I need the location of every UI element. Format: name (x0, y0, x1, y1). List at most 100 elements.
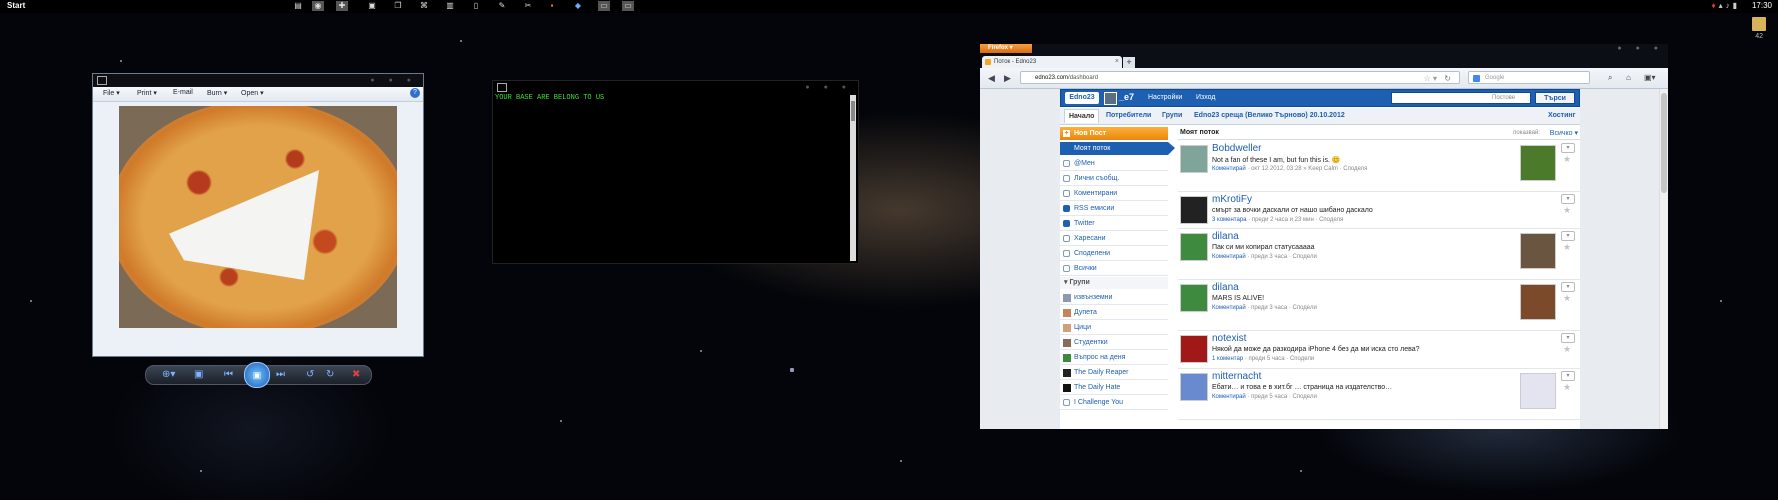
network-icon[interactable]: ⌘ (418, 1, 430, 11)
post-author[interactable]: dilana (1212, 231, 1239, 242)
close-icon[interactable]: × (1115, 56, 1119, 68)
sidebar-item-group[interactable]: The Daily Hate (1060, 381, 1168, 395)
logout-link[interactable]: Изход (1196, 94, 1216, 101)
post-thumbnail[interactable] (1520, 233, 1556, 269)
slideshow-icon[interactable]: ▣ (244, 362, 270, 388)
page-scrollbar[interactable] (1659, 89, 1668, 429)
feed-filter-dropdown[interactable]: Всичко ▾ (1550, 129, 1578, 137)
clock[interactable]: 17:30 (1752, 1, 1772, 10)
star-icon[interactable]: ★ (1563, 242, 1571, 253)
sidebar-item-rss[interactable]: RSS емисии (1060, 202, 1168, 216)
window-controls[interactable]: ● ● ● (370, 77, 417, 84)
reload-icon[interactable]: ↻ (1444, 72, 1451, 85)
burn-menu[interactable]: Burn ▾ (207, 89, 227, 97)
next-icon[interactable]: ⏭ (276, 368, 285, 382)
post-author[interactable]: dilana (1212, 282, 1239, 293)
start-button[interactable]: Start (7, 1, 25, 10)
save-icon[interactable]: ▪ (546, 1, 558, 11)
comment-link[interactable]: Коментирай (1212, 305, 1246, 311)
chevron-down-icon[interactable]: ▾ (1561, 333, 1575, 343)
chevron-down-icon[interactable]: ▾ (1561, 371, 1575, 381)
file-menu[interactable]: File ▾ (103, 89, 120, 97)
menu-icon[interactable]: ▣▾ (1644, 73, 1656, 82)
files-icon[interactable]: ▤ (292, 1, 304, 11)
tab-home[interactable]: Начало (1064, 109, 1100, 123)
sidebar-item-commented[interactable]: Коментирани (1060, 187, 1168, 201)
url-bar[interactable]: edno23.com/dashboard ☆ ▾ ↻ (1020, 71, 1460, 84)
sidebar-item-group[interactable]: Студентки (1060, 336, 1168, 350)
document-icon[interactable]: ▯ (470, 1, 482, 11)
tab-groups[interactable]: Групи (1162, 112, 1182, 119)
sidebar-item-all[interactable]: Всички (1060, 262, 1168, 276)
email-menu[interactable]: E-mail (173, 89, 193, 96)
sidebar-item-mentions[interactable]: @Мен (1060, 157, 1168, 171)
google-icon[interactable] (1473, 75, 1480, 82)
star-icon[interactable]: ★ (1563, 293, 1571, 304)
terminal-scrollbar[interactable] (850, 95, 856, 261)
comment-link[interactable]: 1 коментар (1212, 356, 1243, 362)
sidebar-item-twitter[interactable]: Twitter (1060, 217, 1168, 231)
avatar[interactable] (1180, 284, 1208, 312)
window-icon[interactable]: ▭ (598, 1, 610, 11)
windows-icon[interactable]: ▣ (366, 1, 378, 11)
plug-icon[interactable]: ✚ (336, 1, 348, 11)
sidebar-item-shared[interactable]: Споделени (1060, 247, 1168, 261)
star-icon[interactable]: ★ (1563, 154, 1571, 165)
tools-icon[interactable]: ✂ (522, 1, 534, 11)
video-thumbnail[interactable] (1520, 284, 1556, 320)
window-titlebar[interactable]: Firefox ▾ ● ● ● (980, 44, 1668, 55)
avatar[interactable] (1104, 92, 1117, 105)
chart-icon[interactable]: ▥ (444, 1, 456, 11)
chevron-down-icon[interactable]: ▾ (1561, 282, 1575, 292)
tab-users[interactable]: Потребители (1106, 112, 1151, 119)
window-controls[interactable]: ● ● ● (805, 84, 852, 91)
battery-icon[interactable]: ▮ (1733, 1, 1740, 10)
site-search-input[interactable]: Постове (1391, 92, 1531, 104)
forward-icon[interactable]: ▶ (1004, 73, 1011, 84)
sidebar-item-my-stream[interactable]: Моят поток (1060, 142, 1175, 155)
avatar[interactable] (1180, 373, 1208, 401)
comment-link[interactable]: Коментирай (1212, 166, 1246, 172)
home-icon[interactable]: ⌂ (1626, 73, 1631, 82)
comment-link[interactable]: Коментирай (1212, 254, 1246, 260)
search-button[interactable]: Търси (1535, 92, 1575, 104)
avatar[interactable] (1180, 145, 1208, 173)
rotate-left-icon[interactable]: ↺ (306, 368, 314, 382)
sidebar-item-group[interactable]: Цици (1060, 321, 1168, 335)
window-controls[interactable]: ● ● ● (1617, 45, 1664, 52)
window-titlebar[interactable]: ● ● ● (493, 81, 858, 93)
site-logo[interactable]: Edno23 (1065, 92, 1099, 104)
window-icon[interactable]: ▭ (622, 1, 634, 11)
folder-icon[interactable] (1752, 17, 1766, 31)
print-menu[interactable]: Print ▾ (137, 89, 157, 97)
copy-icon[interactable]: ❐ (392, 1, 404, 11)
sidebar-item-group[interactable]: Въпрос на деня (1060, 351, 1168, 365)
wrench-icon[interactable]: ✎ (496, 1, 508, 11)
system-icon[interactable]: ◉ (312, 1, 324, 11)
star-icon[interactable]: ★ (1563, 382, 1571, 393)
settings-link[interactable]: Настройки (1148, 94, 1182, 101)
chevron-down-icon[interactable]: ▾ (1561, 194, 1575, 204)
scrollbar-thumb[interactable] (1661, 93, 1667, 193)
open-menu[interactable]: Open ▾ (241, 89, 264, 97)
username-link[interactable]: _e7 (1119, 92, 1134, 102)
rotate-right-icon[interactable]: ↻ (326, 368, 334, 382)
star-icon[interactable]: ★ (1563, 205, 1571, 216)
chevron-down-icon[interactable]: ▾ (1561, 231, 1575, 241)
search-input[interactable]: Google (1468, 71, 1590, 84)
scrollbar-thumb[interactable] (851, 101, 855, 121)
zoom-icon[interactable]: ⊕▾ (162, 368, 175, 382)
back-icon[interactable]: ◀ (988, 73, 995, 84)
fit-icon[interactable]: ▣ (194, 368, 203, 382)
system-tray[interactable]: ♦▴♪▮ (1711, 1, 1740, 10)
groups-header[interactable]: ▾ Групи (1060, 277, 1168, 289)
tab-meetup[interactable]: Edno23 среща (Велико Търново) 20.10.2012 (1194, 112, 1345, 119)
sidebar-item-group[interactable]: I Challenge You (1060, 396, 1168, 410)
sidebar-item-group[interactable]: извънземни (1060, 291, 1168, 305)
avatar[interactable] (1180, 196, 1208, 224)
sidebar-item-group[interactable]: Дупета (1060, 306, 1168, 320)
volume-icon[interactable]: ♪ (1726, 1, 1733, 10)
star-icon[interactable]: ★ (1563, 344, 1571, 355)
post-author[interactable]: Bobdweller (1212, 143, 1261, 154)
delete-icon[interactable]: ✖ (352, 368, 360, 382)
